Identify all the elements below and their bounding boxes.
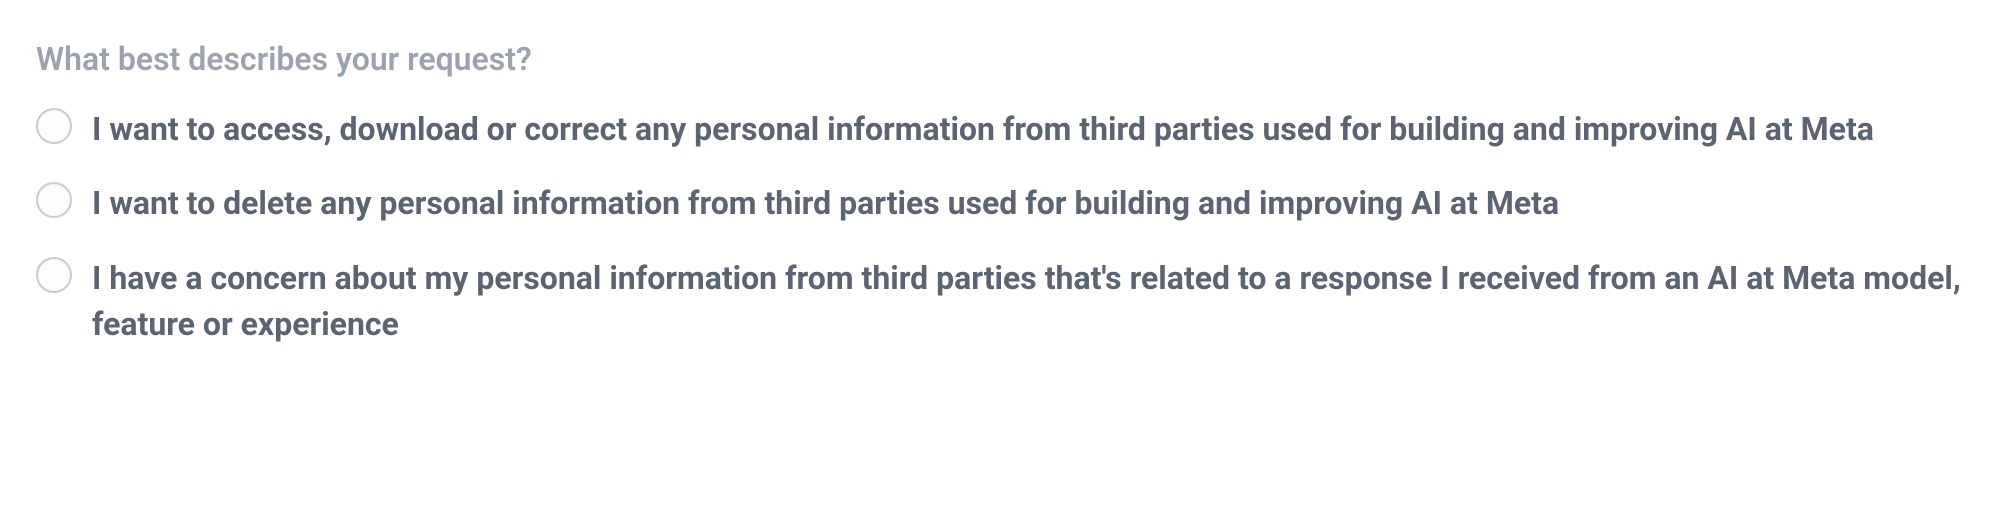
radio-option-access[interactable]: I want to access, download or correct an… bbox=[36, 106, 1964, 152]
radio-option-delete[interactable]: I want to delete any personal informatio… bbox=[36, 180, 1964, 226]
radio-group: I want to access, download or correct an… bbox=[36, 106, 1964, 348]
radio-circle-icon bbox=[36, 182, 72, 218]
radio-circle-icon bbox=[36, 108, 72, 144]
radio-label: I want to delete any personal informatio… bbox=[92, 180, 1559, 226]
radio-label: I have a concern about my personal infor… bbox=[92, 255, 1964, 348]
radio-circle-icon bbox=[36, 257, 72, 293]
question-title: What best describes your request? bbox=[36, 40, 1964, 78]
radio-option-concern[interactable]: I have a concern about my personal infor… bbox=[36, 255, 1964, 348]
radio-label: I want to access, download or correct an… bbox=[92, 106, 1874, 152]
